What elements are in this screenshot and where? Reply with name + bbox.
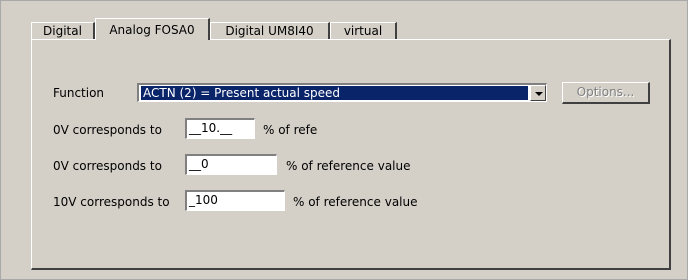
tab-digital-um8i40-label: Digital UM8I40 [225,24,314,38]
row-2-label: 0V corresponds to [53,159,162,173]
chevron-down-icon[interactable] [530,85,546,101]
row-1-label: 0V corresponds to [53,123,162,137]
tab-analog-fosa0-label: Analog FOSA0 [109,23,195,37]
tab-virtual[interactable]: virtual [330,22,397,39]
row-3-suffix: % of reference value [293,195,418,209]
tab-digital-um8i40[interactable]: Digital UM8I40 [210,22,330,39]
tab-virtual-label: virtual [343,24,383,38]
row-2-suffix: % of reference value [286,159,411,173]
tab-panel: Function ACTN (2) = Present actual speed… [31,39,671,270]
row-3-label: 10V corresponds to [53,195,170,209]
tab-digital-label: Digital [43,24,82,38]
options-button[interactable]: Options... [562,82,650,104]
row-1-suffix: % of refe [263,123,318,137]
tab-analog-fosa0[interactable]: Analog FOSA0 [95,18,210,40]
function-selected-value: ACTN (2) = Present actual speed [141,86,528,100]
row-1-value-field[interactable]: __10.__ [185,118,255,139]
function-select[interactable]: ACTN (2) = Present actual speed [137,83,547,102]
row-3-value-field[interactable]: _100 [185,190,285,211]
row-2-value-field[interactable]: __0 [185,154,277,175]
function-label: Function [53,86,105,100]
tab-digital[interactable]: Digital [31,22,95,39]
